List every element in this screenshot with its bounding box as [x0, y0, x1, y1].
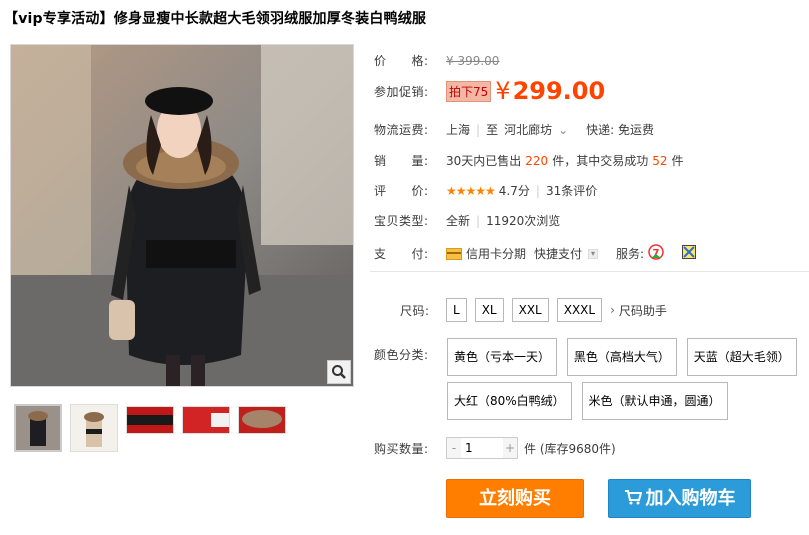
size-row: 尺码: L XL XXL XXXL › 尺码助手 — [374, 298, 667, 322]
sold-count: 220 — [525, 153, 549, 168]
color-option-yellow[interactable]: 黄色（亏本一天） — [447, 338, 558, 376]
sales-label: 销 量: — [374, 154, 429, 168]
zoom-icon[interactable] — [327, 360, 351, 384]
express-fee: 快递: 免运费 — [586, 123, 655, 137]
condition: 全新 — [446, 214, 471, 228]
payment-row: 支 付: 信用卡分期 快捷支付 ▾ 服务: 7 — [374, 244, 697, 263]
review-count-link[interactable]: 31条评价 — [546, 182, 597, 199]
price-row: 价 格: ¥ 399.00 — [374, 52, 499, 69]
color-options-row-1: 黄色（亏本一天） 黑色（高档大气） 天蓝（超大毛领） — [447, 338, 803, 376]
credit-card-icon — [446, 247, 462, 260]
rating-score: 4.7分 — [498, 184, 530, 198]
thumbnail-fur-detail[interactable] — [238, 406, 286, 434]
stock-text: 件 (库存9680件) — [524, 441, 616, 456]
color-option-skyblue[interactable]: 天蓝（超大毛领） — [686, 338, 797, 376]
chevron-down-icon[interactable]: ▾ — [588, 248, 599, 259]
size-option-xl[interactable]: XL — [474, 298, 504, 322]
size-option-xxxl[interactable]: XXXL — [556, 298, 603, 322]
color-label: 颜色分类: — [374, 348, 429, 362]
chevron-down-icon[interactable]: ⌄ — [558, 123, 568, 137]
ship-to-prefix: 至 — [486, 123, 499, 137]
chevron-right-icon: › — [610, 303, 615, 317]
size-option-l[interactable]: L — [446, 298, 467, 322]
promo-row: 参加促销: 拍下75 ¥ 299.00 — [374, 77, 605, 105]
credit-installment[interactable]: 信用卡分期 — [466, 245, 526, 262]
add-to-cart-button[interactable]: 加入购物车 — [608, 479, 751, 518]
type-row: 宝贝类型: 全新 | 11920次浏览 — [374, 213, 561, 229]
payment-label: 支 付: — [374, 247, 429, 261]
quantity-label: 购买数量: — [374, 441, 429, 456]
size-label: 尺码: — [400, 303, 430, 318]
thumbnail-red-belt[interactable] — [126, 406, 174, 434]
quick-pay[interactable]: 快捷支付 — [534, 245, 582, 262]
cart-icon — [624, 481, 642, 518]
product-main-image[interactable] — [10, 44, 354, 387]
quantity-stepper[interactable]: - 1 + — [446, 437, 518, 459]
thumbnail-red-detail[interactable] — [182, 406, 230, 434]
color-label-row: 颜色分类: — [374, 346, 446, 363]
increment-button[interactable]: + — [503, 438, 517, 458]
quantity-input[interactable]: 1 — [461, 438, 503, 458]
promo-badge: 拍下75 — [446, 80, 492, 102]
guarantee-icon[interactable] — [682, 245, 697, 262]
thumbnail-strip — [14, 404, 286, 452]
product-title: 【vip专享活动】修身显瘦中长款超大毛领羽绒服加厚冬装白鸭绒服 — [4, 11, 427, 27]
shipping-label: 物流运费: — [374, 123, 429, 137]
star-rating-icon: ★★★★★ — [446, 183, 496, 198]
rating-label: 评 价: — [374, 184, 429, 198]
size-option-xxl[interactable]: XXL — [511, 298, 549, 322]
view-count: 11920次浏览 — [486, 214, 561, 228]
service-label: 服务: — [616, 247, 645, 261]
seven-day-return-icon[interactable]: 7 — [648, 244, 664, 263]
promo-price: 299.00 — [512, 77, 606, 105]
currency-symbol: ¥ — [495, 77, 511, 105]
buy-now-button[interactable]: 立刻购买 — [446, 479, 584, 518]
thumbnail-beige-coat[interactable] — [70, 404, 118, 452]
promo-label: 参加促销: — [374, 84, 429, 99]
original-price: ¥ 399.00 — [446, 53, 500, 68]
ship-to-location[interactable]: 河北廊坊 — [504, 121, 552, 138]
quantity-row: 购买数量: - 1 + 件 (库存9680件) — [374, 437, 616, 459]
ship-from: 上海 — [446, 123, 471, 137]
section-divider — [370, 271, 809, 272]
type-label: 宝贝类型: — [374, 214, 429, 228]
thumbnail-black-coat[interactable] — [14, 404, 62, 452]
shipping-row: 物流运费: 上海 | 至 河北廊坊 ⌄ 快递: 免运费 — [374, 121, 655, 138]
rating-row: 评 价: ★★★★★ 4.7分 | 31条评价 — [374, 182, 598, 199]
color-option-beige[interactable]: 米色（默认申通，圆通） — [581, 382, 728, 420]
price-label: 价 格: — [374, 54, 429, 68]
color-option-black[interactable]: 黑色（高档大气） — [566, 338, 677, 376]
success-count: 52 — [652, 153, 668, 168]
decrement-button[interactable]: - — [447, 438, 461, 458]
sales-row: 销 量: 30天内已售出 220 件，其中交易成功 52 件 — [374, 153, 684, 169]
add-to-cart-label: 加入购物车 — [645, 488, 736, 509]
size-helper-link[interactable]: 尺码助手 — [619, 302, 667, 319]
color-options-row-2: 大红（80%白鸭绒） 米色（默认申通，圆通） — [447, 382, 734, 420]
color-option-red[interactable]: 大红（80%白鸭绒） — [447, 382, 572, 420]
